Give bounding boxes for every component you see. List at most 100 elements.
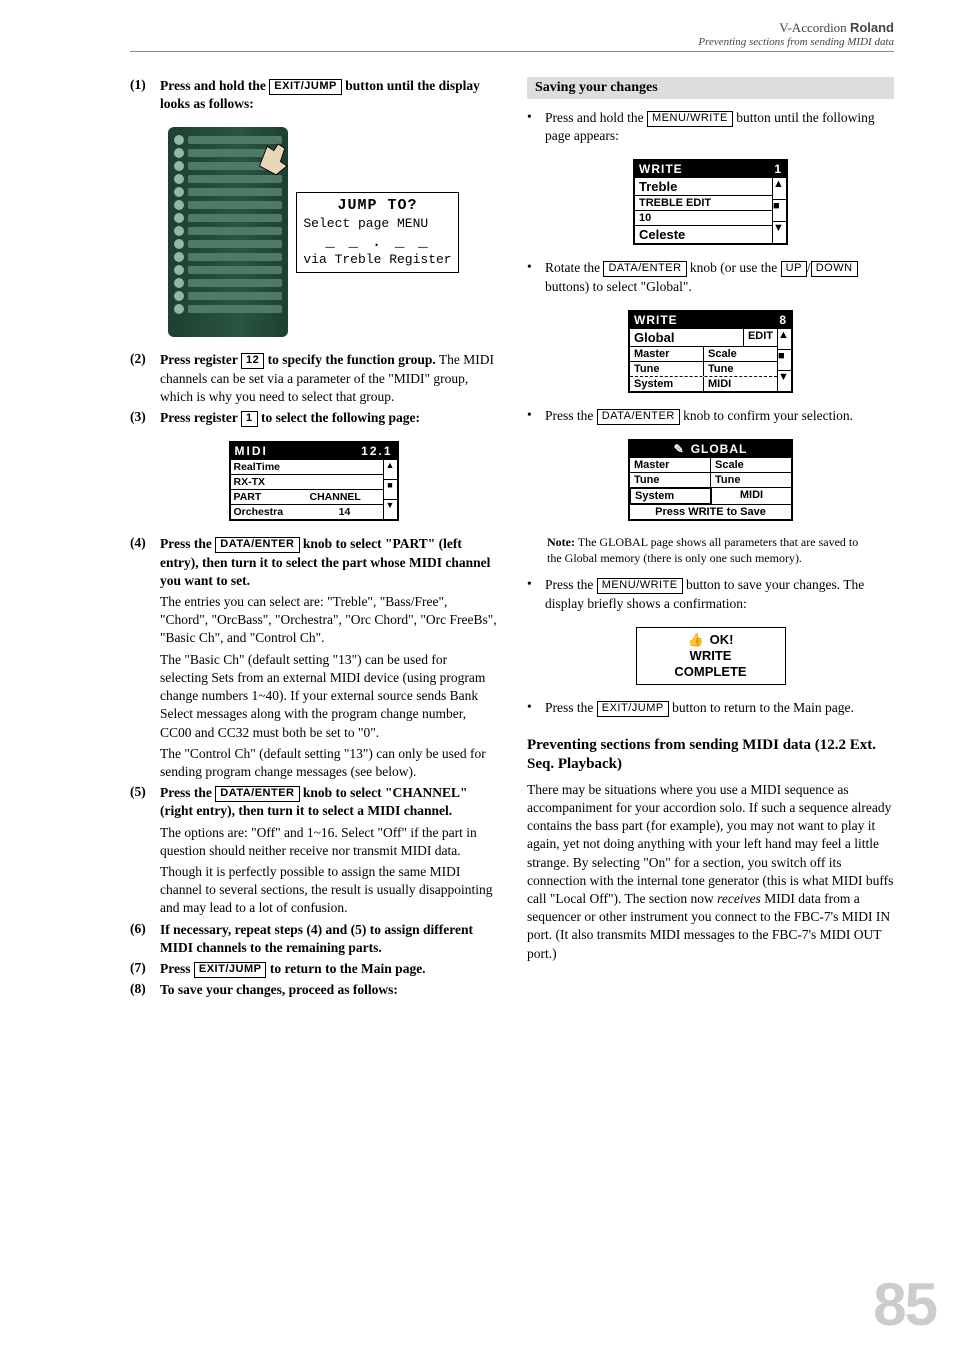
ok-l2: WRITE bbox=[643, 648, 779, 664]
global-screen: ✎GLOBAL MasterScale TuneTune SystemMIDI … bbox=[527, 439, 894, 521]
step-1-body: Press and hold the EXIT/JUMP button unti… bbox=[160, 77, 497, 113]
bullet-2-body: Rotate the DATA/ENTER knob (or use the U… bbox=[545, 259, 894, 295]
bullet-dot: • bbox=[527, 109, 537, 145]
step-3-bold-b: to select the following page: bbox=[258, 410, 420, 425]
step-1-text-a: Press and hold the bbox=[160, 78, 269, 93]
step-3-num: (3) bbox=[130, 409, 152, 427]
b1-text-a: Press and hold the bbox=[545, 110, 647, 125]
write2-l2b: Scale bbox=[703, 347, 777, 361]
write2-l1: Global bbox=[630, 329, 743, 346]
menu-write-key: MENU/WRITE bbox=[647, 111, 733, 127]
b4-text-a: Press the bbox=[545, 577, 597, 592]
bullet-1: • Press and hold the MENU/WRITE button u… bbox=[527, 109, 894, 145]
b3-text-a: Press the bbox=[545, 408, 597, 423]
down-key: DOWN bbox=[811, 261, 858, 277]
write2-l3a: Tune bbox=[630, 362, 703, 376]
right-column: Saving your changes • Press and hold the… bbox=[527, 77, 894, 1003]
accordion-illustration: JUMP TO? Select page MENU _ _ . _ _ via … bbox=[130, 127, 497, 337]
bullet-dot: • bbox=[527, 259, 537, 295]
ok-screen: 👍 OK! WRITE COMPLETE bbox=[527, 627, 894, 686]
write1-num: 1 bbox=[774, 162, 782, 176]
jump-to-lcd: JUMP TO? Select page MENU _ _ . _ _ via … bbox=[296, 192, 458, 273]
exit-jump-key-2: EXIT/JUMP bbox=[194, 962, 267, 978]
step-6-body: If necessary, repeat steps (4) and (5) t… bbox=[160, 921, 497, 957]
left-column: (1) Press and hold the EXIT/JUMP button … bbox=[130, 77, 497, 1003]
write1-l3: 10 bbox=[635, 211, 655, 225]
step-5-p2: Though it is perfectly possible to assig… bbox=[160, 863, 497, 918]
step-4-bold-a: Press the bbox=[160, 536, 215, 551]
write2-l1b: EDIT bbox=[743, 329, 777, 346]
bullet-1-body: Press and hold the MENU/WRITE button unt… bbox=[545, 109, 894, 145]
b5-text-b: button to return to the Main page. bbox=[669, 700, 854, 715]
product-name: V-Accordion bbox=[779, 20, 846, 35]
step-2-bold-b: to specify the function group. bbox=[264, 352, 436, 367]
bullet-5-body: Press the EXIT/JUMP button to return to … bbox=[545, 699, 854, 717]
step-5-body: Press the DATA/ENTER knob to select "CHA… bbox=[160, 784, 497, 820]
midi-r3b: CHANNEL bbox=[307, 490, 383, 504]
step-6: (6) If necessary, repeat steps (4) and (… bbox=[130, 921, 497, 957]
step-2-body: Press register 12 to specify the functio… bbox=[160, 351, 497, 406]
write1-l2: TREBLE EDIT bbox=[635, 196, 715, 210]
step-7-body: Press EXIT/JUMP to return to the Main pa… bbox=[160, 960, 426, 978]
global-r1a: Master bbox=[630, 458, 710, 472]
note-text: The GLOBAL page shows all parameters tha… bbox=[547, 535, 858, 565]
midi-r1a: RealTime bbox=[231, 460, 284, 474]
bullet-3: • Press the DATA/ENTER knob to confirm y… bbox=[527, 407, 894, 425]
write1-l1: Treble bbox=[635, 178, 681, 195]
hand-pointer-icon bbox=[254, 133, 298, 177]
b2-text-a: Rotate the bbox=[545, 260, 603, 275]
jump-title: JUMP TO? bbox=[303, 197, 451, 216]
step-4: (4) Press the DATA/ENTER knob to select … bbox=[130, 535, 497, 590]
step-5: (5) Press the DATA/ENTER knob to select … bbox=[130, 784, 497, 820]
jump-l3: _ _ . _ _ bbox=[303, 232, 451, 252]
brand-name: Roland bbox=[850, 20, 894, 35]
step-2: (2) Press register 12 to specify the fun… bbox=[130, 351, 497, 406]
step-4-body: Press the DATA/ENTER knob to select "PAR… bbox=[160, 535, 497, 590]
b3-text-b: knob to confirm your selection. bbox=[680, 408, 853, 423]
ok-l1: OK! bbox=[710, 632, 734, 648]
global-note: Note: The GLOBAL page shows all paramete… bbox=[547, 535, 874, 566]
step-3-bold-a: Press register bbox=[160, 410, 241, 425]
write2-l4a: System bbox=[630, 377, 703, 391]
midi-r4b: 14 bbox=[307, 505, 383, 519]
bullet-3-body: Press the DATA/ENTER knob to confirm you… bbox=[545, 407, 853, 425]
exit-jump-key-3: EXIT/JUMP bbox=[597, 701, 669, 717]
global-r2a: Tune bbox=[630, 473, 710, 487]
step-5-bold-a: Press the bbox=[160, 785, 215, 800]
midi-screen-illustration: MIDI12.1 RealTime RX-TX PARTCHANNEL Orch… bbox=[130, 441, 497, 521]
midi-page-num: 12.1 bbox=[361, 444, 392, 458]
saving-changes-head: Saving your changes bbox=[527, 77, 894, 99]
bullet-dot: • bbox=[527, 699, 537, 717]
bullet-2: • Rotate the DATA/ENTER knob (or use the… bbox=[527, 259, 894, 295]
write-screen-2: WRITE8 GlobalEDIT MasterScale TuneTune S… bbox=[527, 310, 894, 393]
data-enter-key: DATA/ENTER bbox=[215, 537, 299, 553]
midi-r4a: Orchestra bbox=[231, 505, 307, 519]
b2-text-d: buttons) to select "Global". bbox=[545, 279, 692, 294]
header-rule bbox=[130, 51, 894, 52]
thumbs-up-icon: 👍 bbox=[687, 632, 703, 648]
header-subtitle: Preventing sections from sending MIDI da… bbox=[130, 36, 894, 48]
content-columns: (1) Press and hold the EXIT/JUMP button … bbox=[130, 77, 894, 1003]
step-5-num: (5) bbox=[130, 784, 152, 820]
step-1-num: (1) bbox=[130, 77, 152, 113]
write2-l3b: Tune bbox=[703, 362, 777, 376]
step-8-num: (8) bbox=[130, 981, 152, 999]
menu-write-key-2: MENU/WRITE bbox=[597, 578, 683, 594]
step-4-p3: The "Control Ch" (default setting "13") … bbox=[160, 745, 497, 781]
global-r1b: Scale bbox=[710, 458, 791, 472]
step-2-bold-a: Press register bbox=[160, 352, 241, 367]
preventing-section-body: There may be situations where you use a … bbox=[527, 781, 894, 963]
step-2-num: (2) bbox=[130, 351, 152, 406]
write2-l2a: Master bbox=[630, 347, 703, 361]
global-r2b: Tune bbox=[710, 473, 791, 487]
step-7-bold-b: to return to the Main page. bbox=[266, 961, 425, 976]
step-4-p1: The entries you can select are: "Treble"… bbox=[160, 593, 497, 648]
step-3: (3) Press register 1 to select the follo… bbox=[130, 409, 497, 427]
exit-jump-key: EXIT/JUMP bbox=[269, 79, 342, 95]
data-enter-key-3: DATA/ENTER bbox=[603, 261, 686, 277]
step-8: (8) To save your changes, proceed as fol… bbox=[130, 981, 497, 999]
write1-l4: Celeste bbox=[635, 226, 689, 243]
step-7: (7) Press EXIT/JUMP to return to the Mai… bbox=[130, 960, 497, 978]
step-7-num: (7) bbox=[130, 960, 152, 978]
global-foot: Press WRITE to Save bbox=[630, 505, 791, 519]
